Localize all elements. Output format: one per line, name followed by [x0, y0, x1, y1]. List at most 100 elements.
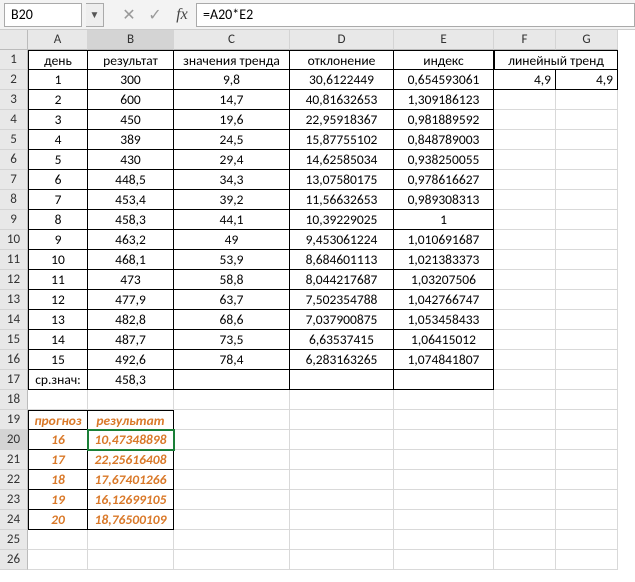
cell[interactable]: 53,9 [174, 250, 290, 270]
cell[interactable] [556, 450, 618, 470]
cell[interactable]: 40,81632653 [290, 90, 394, 110]
cell[interactable]: 453,4 [88, 190, 174, 210]
cell[interactable] [494, 90, 556, 110]
cell[interactable]: 8 [28, 210, 88, 230]
row-header[interactable]: 18 [0, 390, 28, 410]
row-header[interactable]: 11 [0, 250, 28, 270]
cell[interactable]: 15 [28, 350, 88, 370]
col-header-D[interactable]: D [290, 30, 394, 50]
cell[interactable] [290, 510, 394, 530]
cell[interactable]: 482,8 [88, 310, 174, 330]
cell[interactable]: 7,502354788 [290, 290, 394, 310]
cell[interactable] [174, 550, 290, 570]
cell[interactable] [556, 410, 618, 430]
cell[interactable]: 39,2 [174, 190, 290, 210]
cell[interactable] [556, 170, 618, 190]
cell[interactable] [494, 450, 556, 470]
cell[interactable] [556, 250, 618, 270]
cell[interactable]: день [28, 50, 88, 70]
cell[interactable] [290, 390, 394, 410]
cell[interactable]: 11,56632653 [290, 190, 394, 210]
cell[interactable]: 10 [28, 250, 88, 270]
cell[interactable]: 10,47348898 [88, 430, 174, 450]
cell[interactable] [494, 370, 556, 390]
col-header-B[interactable]: B [88, 30, 174, 50]
col-header-E[interactable]: E [394, 30, 494, 50]
cell[interactable]: 63,7 [174, 290, 290, 310]
cell[interactable]: 5 [28, 150, 88, 170]
cell[interactable] [290, 370, 394, 390]
cell[interactable] [556, 390, 618, 410]
cell[interactable]: 468,1 [88, 250, 174, 270]
cell[interactable] [290, 550, 394, 570]
cell[interactable] [174, 490, 290, 510]
cell[interactable] [556, 470, 618, 490]
row-header[interactable]: 19 [0, 410, 28, 430]
cell[interactable] [174, 390, 290, 410]
enter-icon[interactable]: ✓ [142, 3, 168, 27]
cell[interactable] [556, 350, 618, 370]
cell[interactable] [494, 110, 556, 130]
fx-icon[interactable]: fx [168, 6, 196, 24]
cell[interactable]: 473 [88, 270, 174, 290]
cell[interactable]: 458,3 [88, 210, 174, 230]
cell[interactable] [494, 210, 556, 230]
cell[interactable]: результат [88, 410, 174, 430]
cells[interactable]: деньрезультатзначения трендаотклонениеин… [28, 50, 618, 570]
cell[interactable] [174, 530, 290, 550]
cell[interactable] [394, 450, 494, 470]
row-header[interactable]: 21 [0, 450, 28, 470]
cell[interactable] [494, 470, 556, 490]
cell[interactable]: 12 [28, 290, 88, 310]
cell[interactable]: 14,7 [174, 90, 290, 110]
cell[interactable]: прогноз [28, 410, 88, 430]
cell[interactable] [394, 530, 494, 550]
cell[interactable]: ср.знач: [28, 370, 88, 390]
cell[interactable]: 19,6 [174, 110, 290, 130]
cell[interactable]: 16 [28, 430, 88, 450]
cell[interactable]: 13,07580175 [290, 170, 394, 190]
cell[interactable]: 487,7 [88, 330, 174, 350]
cell[interactable] [494, 410, 556, 430]
cell[interactable]: 430 [88, 150, 174, 170]
cell[interactable]: 1,053458433 [394, 310, 494, 330]
cell[interactable] [556, 310, 618, 330]
cell[interactable] [494, 550, 556, 570]
row-header[interactable]: 7 [0, 170, 28, 190]
cell[interactable]: 389 [88, 130, 174, 150]
row-header[interactable]: 9 [0, 210, 28, 230]
cell[interactable]: 8,684601113 [290, 250, 394, 270]
col-header-G[interactable]: G [556, 30, 618, 50]
cell[interactable] [394, 410, 494, 430]
cell[interactable] [494, 390, 556, 410]
name-box-dropdown[interactable]: ▼ [86, 3, 104, 27]
cell[interactable]: 492,6 [88, 350, 174, 370]
cell[interactable]: 14,62585034 [290, 150, 394, 170]
row-header[interactable]: 16 [0, 350, 28, 370]
cell[interactable]: 7 [28, 190, 88, 210]
row-header[interactable]: 10 [0, 230, 28, 250]
cell[interactable] [290, 490, 394, 510]
cell[interactable]: 73,5 [174, 330, 290, 350]
row-header[interactable]: 26 [0, 550, 28, 570]
cell[interactable] [556, 90, 618, 110]
cell[interactable]: 19 [28, 490, 88, 510]
cell[interactable]: 17 [28, 450, 88, 470]
cell[interactable]: 6 [28, 170, 88, 190]
cell[interactable] [556, 110, 618, 130]
cell[interactable] [290, 530, 394, 550]
cell[interactable]: 78,4 [174, 350, 290, 370]
cell[interactable] [394, 510, 494, 530]
row-header[interactable]: 15 [0, 330, 28, 350]
cell[interactable] [494, 130, 556, 150]
cell[interactable]: 18 [28, 470, 88, 490]
cell[interactable]: значения тренда [174, 50, 290, 70]
cell[interactable] [394, 390, 494, 410]
cell[interactable]: 18,76500109 [88, 510, 174, 530]
cell[interactable]: 300 [88, 70, 174, 90]
cell[interactable]: 0,989308313 [394, 190, 494, 210]
cell[interactable]: 20 [28, 510, 88, 530]
cell[interactable]: 1,309186123 [394, 90, 494, 110]
cell[interactable]: 58,8 [174, 270, 290, 290]
cell[interactable] [494, 530, 556, 550]
